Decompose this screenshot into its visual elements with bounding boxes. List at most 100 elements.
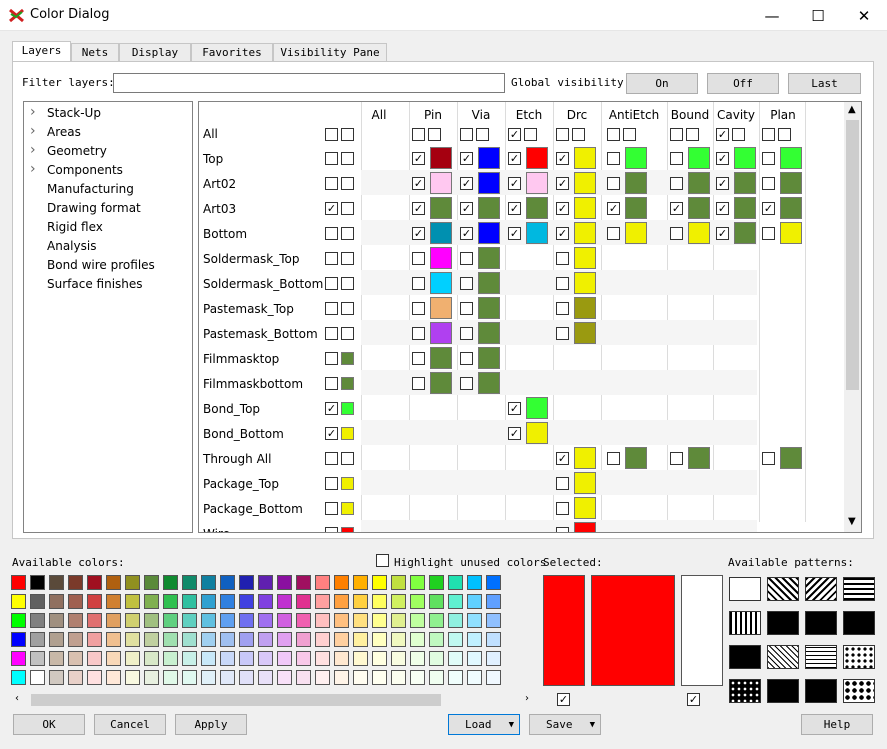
cancel-button[interactable]: Cancel <box>94 714 166 735</box>
pin-color-swatch[interactable] <box>430 172 452 194</box>
palette-color-swatch[interactable] <box>353 575 368 590</box>
drc-checkbox[interactable] <box>556 302 569 315</box>
palette-color-swatch[interactable] <box>106 670 121 685</box>
highlight-unused-checkbox[interactable] <box>376 554 389 567</box>
palette-color-swatch[interactable] <box>372 651 387 666</box>
palette-color-swatch[interactable] <box>106 632 121 647</box>
palette-color-swatch[interactable] <box>49 632 64 647</box>
palette-color-swatch[interactable] <box>277 670 292 685</box>
palette-color-swatch[interactable] <box>30 632 45 647</box>
etch-checkbox[interactable]: ✓ <box>508 128 521 141</box>
plan-color-swatch[interactable] <box>780 172 802 194</box>
fill-pattern-swatch[interactable] <box>729 577 761 601</box>
all-color-swatch[interactable] <box>341 502 354 515</box>
all-visibility-checkbox[interactable] <box>325 327 338 340</box>
fill-pattern-swatch[interactable] <box>843 679 875 703</box>
palette-color-swatch[interactable] <box>106 651 121 666</box>
palette-color-swatch[interactable] <box>163 632 178 647</box>
palette-color-swatch[interactable] <box>30 575 45 590</box>
drc-color-swatch[interactable] <box>574 322 596 344</box>
plan-color-swatch[interactable] <box>780 447 802 469</box>
maximize-button[interactable]: ☐ <box>795 0 841 31</box>
scroll-right-icon[interactable]: › <box>525 693 529 704</box>
tree-item-0[interactable]: Stack-Up <box>47 106 101 120</box>
pin-checkbox[interactable] <box>412 377 425 390</box>
palette-color-swatch[interactable] <box>125 651 140 666</box>
fill-pattern-swatch[interactable] <box>729 611 761 635</box>
pin-checkbox[interactable]: ✓ <box>412 227 425 240</box>
all-visibility-checkbox[interactable]: ✓ <box>325 427 338 440</box>
via-checkbox[interactable] <box>460 277 473 290</box>
pin-checkbox[interactable]: ✓ <box>412 177 425 190</box>
palette-color-swatch[interactable] <box>486 613 501 628</box>
palette-color-swatch[interactable] <box>258 632 273 647</box>
layer-class-tree[interactable]: › Stack-Up › Areas › Geometry › Components Manuf… <box>23 101 193 533</box>
all-visibility-checkbox[interactable] <box>325 502 338 515</box>
etch-checkbox[interactable]: ✓ <box>508 152 521 165</box>
palette-horizontal-scrollbar[interactable]: ‹ › <box>11 692 537 709</box>
via-color-swatch[interactable] <box>478 197 500 219</box>
fill-pattern-swatch[interactable] <box>805 577 837 601</box>
antietch-checkbox[interactable] <box>607 177 620 190</box>
pin-secondary-checkbox[interactable] <box>428 128 441 141</box>
palette-color-swatch[interactable] <box>334 594 349 609</box>
palette-color-swatch[interactable] <box>448 594 463 609</box>
bound-color-swatch[interactable] <box>688 172 710 194</box>
selected-pattern-checkbox[interactable]: ✓ <box>687 693 700 706</box>
chevron-right-icon[interactable]: › <box>30 161 36 177</box>
drc-checkbox[interactable] <box>556 277 569 290</box>
drc-color-swatch[interactable] <box>574 172 596 194</box>
palette-color-swatch[interactable] <box>49 594 64 609</box>
all-visibility-checkbox[interactable] <box>325 128 338 141</box>
palette-color-swatch[interactable] <box>144 613 159 628</box>
palette-color-swatch[interactable] <box>410 651 425 666</box>
pin-checkbox[interactable] <box>412 302 425 315</box>
scroll-thumb[interactable] <box>846 120 859 390</box>
palette-color-swatch[interactable] <box>201 594 216 609</box>
palette-color-swatch[interactable] <box>239 651 254 666</box>
palette-color-swatch[interactable] <box>296 632 311 647</box>
palette-color-swatch[interactable] <box>87 575 102 590</box>
antietch-checkbox[interactable] <box>607 152 620 165</box>
palette-color-swatch[interactable] <box>448 613 463 628</box>
via-checkbox[interactable]: ✓ <box>460 177 473 190</box>
palette-color-swatch[interactable] <box>68 651 83 666</box>
palette-color-swatch[interactable] <box>125 594 140 609</box>
palette-color-swatch[interactable] <box>467 594 482 609</box>
via-color-swatch[interactable] <box>478 347 500 369</box>
via-color-swatch[interactable] <box>478 372 500 394</box>
all-visibility-checkbox[interactable] <box>325 452 338 465</box>
via-checkbox[interactable] <box>460 252 473 265</box>
scroll-up-icon[interactable]: ▲ <box>848 104 856 115</box>
palette-color-swatch[interactable] <box>429 594 444 609</box>
all-secondary-checkbox[interactable] <box>341 202 354 215</box>
close-button[interactable]: ✕ <box>841 0 887 31</box>
visibility-last-button[interactable]: Last <box>788 73 861 94</box>
palette-color-swatch[interactable] <box>125 670 140 685</box>
etch-checkbox[interactable]: ✓ <box>508 202 521 215</box>
tree-item-9[interactable]: Surface finishes <box>47 277 143 291</box>
palette-color-swatch[interactable] <box>144 575 159 590</box>
all-color-swatch[interactable] <box>341 477 354 490</box>
cavity-color-swatch[interactable] <box>734 147 756 169</box>
tree-item-8[interactable]: Bond wire profiles <box>47 258 155 272</box>
drc-color-swatch[interactable] <box>574 522 596 532</box>
pin-color-swatch[interactable] <box>430 197 452 219</box>
fill-pattern-swatch[interactable] <box>729 645 761 669</box>
palette-color-swatch[interactable] <box>467 670 482 685</box>
palette-scroll-thumb[interactable] <box>31 694 441 706</box>
all-visibility-checkbox[interactable] <box>325 277 338 290</box>
cavity-color-swatch[interactable] <box>734 222 756 244</box>
palette-color-swatch[interactable] <box>258 613 273 628</box>
selected-color-checkbox[interactable]: ✓ <box>557 693 570 706</box>
palette-color-swatch[interactable] <box>106 575 121 590</box>
palette-color-swatch[interactable] <box>334 575 349 590</box>
palette-color-swatch[interactable] <box>11 575 26 590</box>
palette-color-swatch[interactable] <box>410 632 425 647</box>
cavity-checkbox[interactable]: ✓ <box>716 202 729 215</box>
tab-visibility-pane[interactable]: Visibility Pane <box>273 43 387 62</box>
pin-checkbox[interactable] <box>412 252 425 265</box>
via-color-swatch[interactable] <box>478 222 500 244</box>
via-color-swatch[interactable] <box>478 147 500 169</box>
tree-item-4[interactable]: Manufacturing <box>47 182 134 196</box>
